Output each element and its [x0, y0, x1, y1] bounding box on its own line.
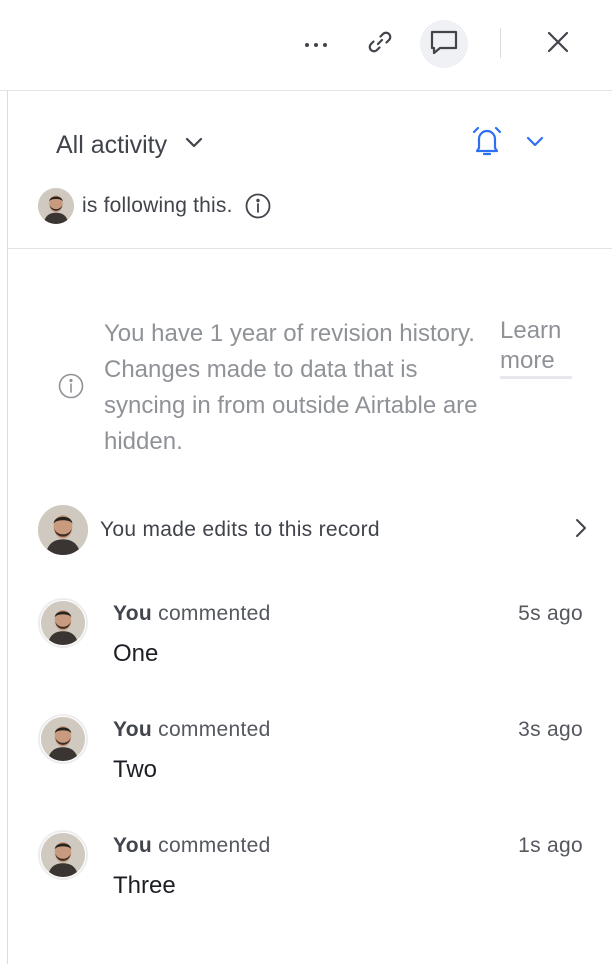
comment-body: Two — [113, 756, 158, 783]
section-divider — [8, 248, 612, 249]
comment-timestamp: 3s ago — [518, 718, 583, 741]
more-options-button[interactable] — [292, 20, 340, 68]
follower-row: is following this. — [38, 188, 271, 224]
comment-body: One — [113, 640, 159, 667]
panel-left-border — [7, 91, 8, 964]
comment-action: commented — [158, 602, 271, 625]
info-icon — [58, 373, 84, 404]
revision-history-notice: You have 1 year of revision history. Cha… — [104, 320, 478, 455]
comment-icon — [430, 29, 458, 60]
comment-body: Three — [113, 872, 176, 899]
info-icon[interactable] — [245, 193, 271, 219]
comment-author: You — [113, 602, 153, 625]
notification-settings-button[interactable] — [470, 124, 544, 163]
activity-filter-label: All activity — [56, 130, 168, 159]
chevron-down-icon — [526, 135, 544, 153]
comment-item: You commented 3s ago Two — [38, 714, 588, 810]
activity-filter-dropdown[interactable]: All activity — [56, 126, 203, 164]
comment-timestamp: 5s ago — [518, 602, 583, 625]
comment-header: You commented — [113, 718, 271, 742]
comment-action: commented — [158, 834, 271, 857]
comment-item: You commented 1s ago Three — [38, 830, 588, 926]
avatar — [38, 830, 88, 880]
link-icon — [367, 29, 393, 60]
bell-icon — [470, 124, 504, 163]
comment-timestamp: 1s ago — [518, 834, 583, 857]
avatar — [38, 505, 88, 555]
avatar — [38, 714, 88, 764]
chevron-down-icon — [185, 136, 203, 154]
following-status-text: is following this. — [82, 194, 233, 217]
comment-author: You — [113, 834, 153, 857]
toolbar-divider — [500, 28, 501, 58]
close-icon — [547, 31, 569, 58]
more-icon — [304, 35, 328, 53]
edits-activity-text: You made edits to this record — [100, 518, 380, 541]
learn-more-link[interactable]: Learn more — [500, 316, 572, 385]
avatar — [38, 598, 88, 648]
comment-item: You commented 5s ago One — [38, 598, 588, 694]
avatar — [38, 188, 74, 224]
chevron-right-icon — [574, 518, 588, 543]
comment-action: commented — [158, 718, 271, 741]
learn-more-label: Learn more — [500, 316, 572, 379]
copy-link-button[interactable] — [356, 20, 404, 68]
comment-header: You commented — [113, 834, 271, 858]
panel-toolbar — [0, 0, 612, 91]
comment-header: You commented — [113, 602, 271, 626]
comment-author: You — [113, 718, 153, 741]
edits-activity-row[interactable]: You made edits to this record — [38, 505, 588, 555]
comments-toggle-button[interactable] — [420, 20, 468, 68]
close-button[interactable] — [534, 20, 582, 68]
